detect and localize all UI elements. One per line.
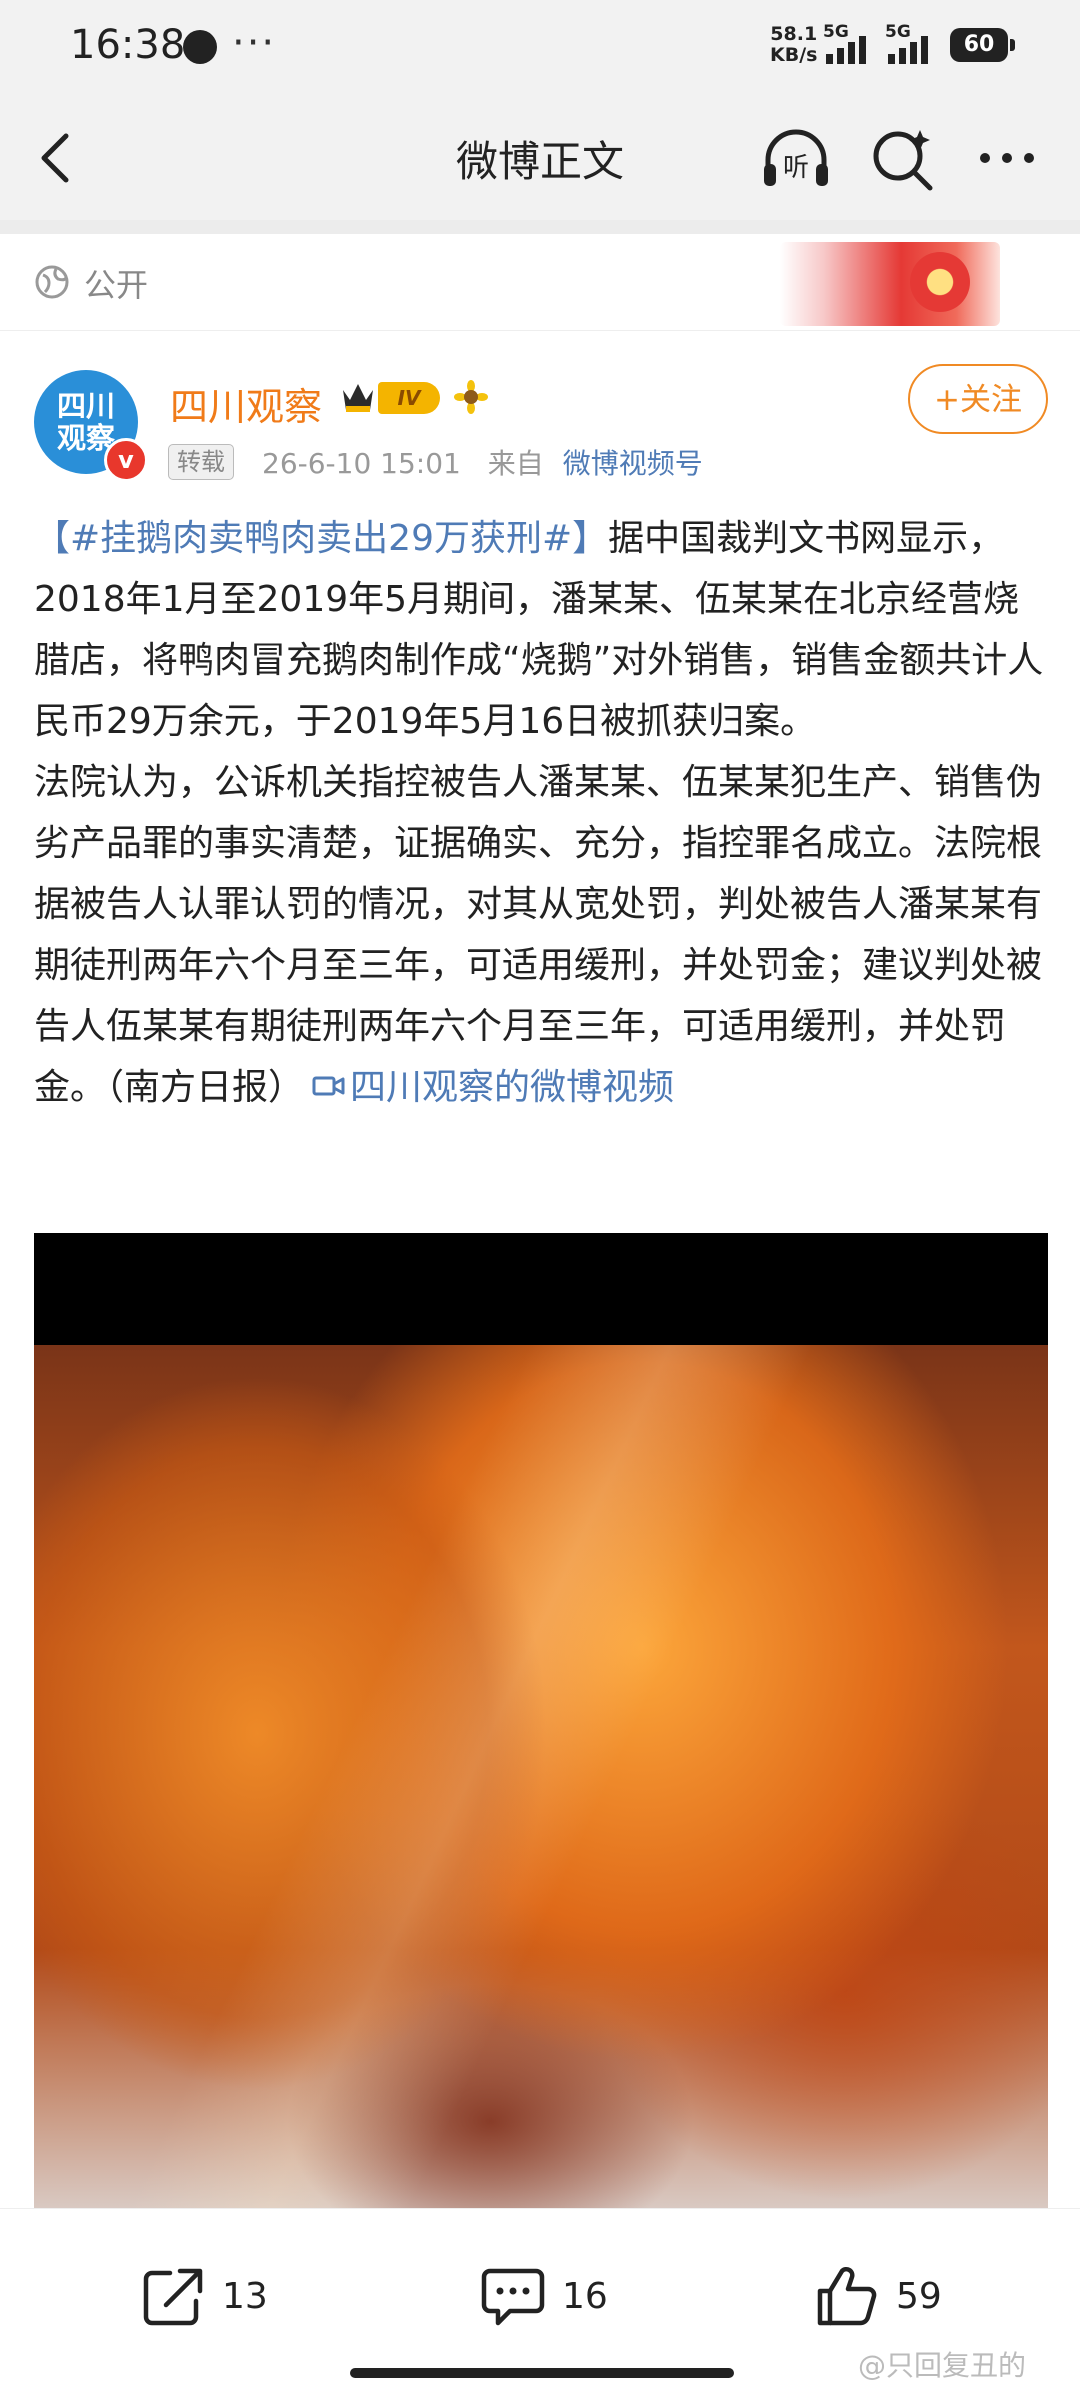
comment-button[interactable]: 16	[480, 2261, 608, 2331]
video-thumbnail	[34, 1345, 1048, 2208]
crown-icon	[343, 384, 373, 412]
follow-button[interactable]: +关注	[908, 364, 1048, 434]
watermark: @只回复丑的	[858, 2349, 1027, 2382]
signal-icon-2	[888, 36, 928, 64]
listen-icon[interactable]: 听	[758, 124, 834, 194]
globe-icon	[35, 265, 69, 299]
visibility-label: 公开	[84, 266, 149, 304]
post-paragraph-2-text: 法院认为，公诉机关指控被告人潘某某、伍某某犯生产、销售伪劣产品罪的事实清楚，证据…	[34, 762, 1043, 1108]
post-paragraph-1: 【#挂鹅肉卖鸭肉卖出29万获刑#】据中国裁判文书网显示，2018年1月至2019…	[34, 508, 1046, 752]
status-bar: 16:38 ··· 58.1 KB/s 5G 5G 60	[0, 0, 1080, 96]
comment-count: 16	[562, 2275, 608, 2317]
like-count: 59	[896, 2275, 942, 2317]
home-indicator[interactable]	[350, 2368, 734, 2378]
post-paragraph-2: 法院认为，公诉机关指控被告人潘某某、伍某某犯生产、销售伪劣产品罪的事实清楚，证据…	[34, 752, 1046, 1118]
like-icon	[817, 2267, 877, 2326]
share-button[interactable]: 13	[140, 2261, 268, 2331]
post-text: 【#挂鹅肉卖鸭肉卖出29万获刑#】据中国裁判文书网显示，2018年1月至2019…	[34, 508, 1046, 1118]
section-divider	[0, 220, 1080, 234]
source-prefix: 来自	[487, 447, 544, 480]
like-button[interactable]: 59	[814, 2261, 942, 2331]
share-icon	[143, 2268, 203, 2326]
share-count: 13	[222, 2275, 268, 2317]
video-link-label: 四川观察的微博视频	[350, 1067, 675, 1108]
signal-icon-1	[826, 36, 866, 64]
more-icon[interactable]	[972, 122, 1042, 192]
post-meta: 26-6-10 15:01 来自 微博视频号	[262, 442, 703, 482]
network-speed-unit: KB/s	[770, 44, 818, 66]
video-player[interactable]	[34, 1233, 1048, 2208]
title-bar: 微博正文 听	[0, 96, 1080, 220]
notification-icon	[183, 30, 217, 64]
video-camera-icon	[312, 1076, 345, 1096]
avatar-text-line1: 四川	[56, 389, 115, 423]
post-timestamp: 26-6-10 15:01	[262, 447, 461, 480]
source-link[interactable]: 微博视频号	[563, 447, 703, 480]
search-icon[interactable]	[868, 124, 938, 194]
battery-icon: 60	[950, 28, 1015, 62]
video-link[interactable]: 四川观察的微博视频	[304, 1067, 674, 1108]
visibility-bar: 公开	[0, 234, 1080, 331]
user-name[interactable]: 四川观察	[170, 376, 322, 431]
comment-icon	[481, 2268, 545, 2326]
network-speed: 58.1 KB/s	[770, 24, 817, 66]
svg-text:听: 听	[783, 153, 809, 183]
network-speed-value: 58.1	[770, 23, 818, 45]
repost-tag: 转载	[168, 444, 234, 480]
status-time: 16:38	[70, 22, 186, 68]
sunflower-icon	[454, 380, 488, 414]
verified-icon: v	[104, 438, 148, 482]
level-badge: IV	[378, 382, 440, 414]
more-notifications-icon: ···	[232, 20, 277, 66]
topic-link[interactable]: 【#挂鹅肉卖鸭肉卖出29万获刑#】	[34, 518, 608, 559]
banner-image[interactable]	[780, 242, 1000, 326]
